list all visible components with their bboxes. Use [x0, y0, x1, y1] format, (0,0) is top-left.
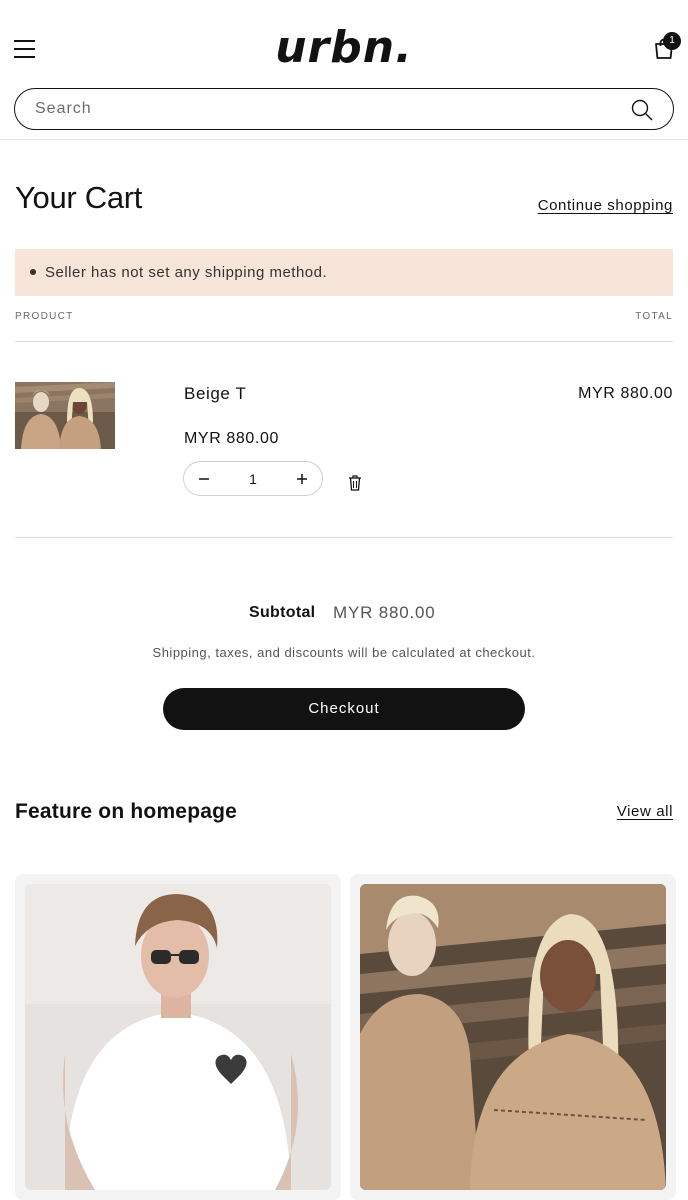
shipping-notice: Seller has not set any shipping method. [15, 249, 673, 296]
plus-icon [297, 474, 307, 485]
view-all-link[interactable]: View all [617, 803, 673, 820]
product-image [25, 884, 331, 1190]
search-input[interactable] [35, 89, 615, 129]
product-unit-price: MYR 880.00 [184, 430, 279, 447]
cart-count-badge: 1 [663, 32, 681, 50]
shipping-notice-text: Seller has not set any shipping method. [45, 264, 328, 281]
quantity-stepper [183, 461, 323, 496]
quantity-input[interactable] [224, 462, 282, 495]
subtotal-value: MYR 880.00 [333, 603, 436, 622]
subtotal-label: Subtotal [249, 604, 316, 621]
bullet-icon [30, 269, 36, 275]
product-card[interactable] [350, 874, 676, 1200]
product-image [360, 884, 666, 1190]
checkout-button[interactable]: Checkout [163, 688, 525, 730]
column-header-product: PRODUCT [15, 311, 74, 322]
divider [15, 341, 673, 342]
quantity-decrease-button[interactable] [184, 462, 224, 495]
featured-section-title: Feature on homepage [15, 800, 238, 823]
divider [15, 537, 673, 538]
column-header-total: TOTAL [635, 311, 673, 322]
product-line-total: MYR 880.00 [578, 385, 673, 402]
site-logo[interactable]: urbn. [0, 20, 688, 76]
product-thumbnail[interactable] [15, 382, 115, 449]
checkout-tax-note: Shipping, taxes, and discounts will be c… [152, 645, 536, 660]
minus-icon [199, 478, 209, 480]
trash-icon[interactable] [347, 474, 363, 492]
site-header: urbn. 1 [0, 0, 688, 140]
continue-shopping-link[interactable]: Continue shopping [538, 197, 673, 214]
quantity-increase-button[interactable] [282, 462, 322, 495]
search-icon[interactable] [629, 97, 655, 123]
page-title: Your Cart [15, 180, 143, 215]
product-name-link[interactable]: Beige T [184, 384, 246, 404]
search-bar [14, 88, 674, 130]
product-card[interactable] [15, 874, 341, 1200]
